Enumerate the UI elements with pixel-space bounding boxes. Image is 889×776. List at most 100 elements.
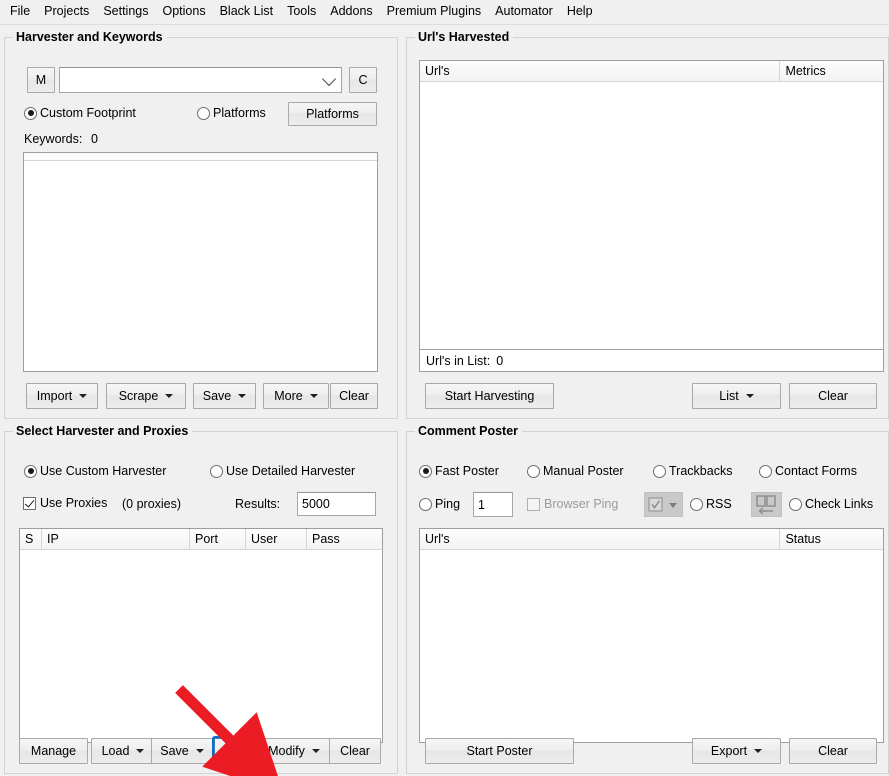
browser-ping-options-button[interactable] [644,492,683,517]
edit-button[interactable]: Edit [212,736,261,766]
column-header-port[interactable]: Port [190,529,246,549]
save-button[interactable]: Save [193,383,256,409]
column-header-urls[interactable]: Url's [420,529,781,549]
keywords-count: 0 [91,132,98,146]
copy-back-icon [755,495,776,515]
scrape-button[interactable]: Scrape [106,383,186,409]
checkbox-browser-ping[interactable]: Browser Ping [527,497,618,511]
radio-fast-poster-label: Fast Poster [435,464,499,478]
menu-item-premium-plugins[interactable]: Premium Plugins [380,2,488,22]
radio-manual-poster[interactable]: Manual Poster [527,464,624,478]
urls-harvested-table-body[interactable] [420,82,883,369]
scrape-button-label: Scrape [118,389,159,403]
proxies-table-header: S IP Port User Pass [20,529,382,550]
caret-down-icon [311,749,320,753]
proxy-save-button[interactable]: Save [151,738,213,764]
menu-item-projects[interactable]: Projects [37,2,96,22]
radio-dot-icon [210,464,223,478]
menu-item-options[interactable]: Options [155,2,212,22]
start-poster-button[interactable]: Start Poster [425,738,574,764]
manage-button[interactable]: Manage [19,738,88,764]
import-button[interactable]: Import [26,383,98,409]
keywords-listbox[interactable] [23,152,378,372]
radio-check-links[interactable]: Check Links [789,497,873,511]
radio-use-detailed-harvester[interactable]: Use Detailed Harvester [210,464,355,478]
ping-count-input[interactable]: 1 [473,492,513,517]
radio-dot-icon [653,464,666,478]
radio-trackbacks[interactable]: Trackbacks [653,464,732,478]
load-button-label: Load [101,744,130,758]
radio-contact-forms-label: Contact Forms [775,464,857,478]
column-header-user[interactable]: User [246,529,307,549]
checkbox-use-proxies-label: Use Proxies [40,496,108,510]
menu-item-black-list[interactable]: Black List [213,2,281,22]
caret-down-icon [165,394,174,398]
menu-item-automator[interactable]: Automator [488,2,560,22]
urls-harvested-table-header: Url's Metrics [420,61,883,82]
radio-rss[interactable]: RSS [690,497,732,511]
menu-item-addons[interactable]: Addons [323,2,379,22]
column-header-urls[interactable]: Url's [420,61,781,81]
poster-urls-table-body[interactable] [420,550,883,742]
more-button[interactable]: More [263,383,329,409]
radio-check-links-label: Check Links [805,497,874,511]
check-links-options-button[interactable] [751,492,782,517]
proxies-table[interactable]: S IP Port User Pass [19,528,383,743]
poster-urls-table-header: Url's Status [420,529,883,550]
menu-item-settings[interactable]: Settings [96,2,155,22]
keywords-listbox-body[interactable] [24,161,377,371]
keywords-listbox-header [24,153,377,161]
platforms-button[interactable]: Platforms [288,102,377,126]
checkbox-icon [23,496,36,510]
column-header-s[interactable]: S [20,529,42,549]
column-header-pass[interactable]: Pass [307,529,382,549]
import-button-label: Import [36,389,73,403]
menu-item-file[interactable]: File [3,2,37,22]
column-header-status[interactable]: Status [780,529,883,549]
export-button[interactable]: Export [692,738,781,764]
export-button-label: Export [710,744,748,758]
radio-fast-poster[interactable]: Fast Poster [419,464,499,478]
proxies-table-body[interactable] [20,550,382,742]
poster-clear-button[interactable]: Clear [789,738,877,764]
save-button-label: Save [202,389,232,403]
radio-platforms[interactable]: Platforms [197,106,266,120]
modify-button[interactable]: Modify [256,738,332,764]
radio-custom-footprint[interactable]: Custom Footprint [24,106,136,120]
radio-use-detailed-harvester-label: Use Detailed Harvester [226,464,356,478]
clear-button[interactable]: Clear [330,383,378,409]
caret-down-icon [309,394,318,398]
c-button[interactable]: C [349,67,377,93]
radio-dot-icon [197,106,210,120]
column-header-metrics[interactable]: Metrics [780,61,883,81]
proxy-clear-button[interactable]: Clear [329,738,381,764]
radio-ping[interactable]: Ping [419,497,460,511]
radio-use-custom-harvester[interactable]: Use Custom Harvester [24,464,166,478]
m-button[interactable]: M [27,67,55,93]
proxies-count-text: (0 proxies) [122,497,182,511]
harvest-clear-button[interactable]: Clear [789,383,877,409]
radio-contact-forms[interactable]: Contact Forms [759,464,857,478]
panel-urls-harvested: Url's Harvested Url's Metrics Url's in L… [406,30,889,419]
checkbox-use-proxies[interactable]: Use Proxies [23,496,107,510]
keywords-label: Keywords: [24,132,83,146]
urls-harvested-table[interactable]: Url's Metrics [419,60,884,370]
urls-in-list-status: Url's in List: 0 [419,349,884,372]
radio-dot-icon [759,464,772,478]
footprint-combobox[interactable] [59,67,342,93]
menu-item-tools[interactable]: Tools [280,2,323,22]
load-button[interactable]: Load [91,738,155,764]
list-button-label: List [719,389,739,403]
radio-dot-icon [24,464,37,478]
results-input[interactable]: 5000 [297,492,376,516]
start-harvesting-button[interactable]: Start Harvesting [425,383,554,409]
poster-urls-table[interactable]: Url's Status [419,528,884,743]
radio-trackbacks-label: Trackbacks [669,464,733,478]
radio-use-custom-harvester-label: Use Custom Harvester [40,464,167,478]
radio-dot-icon [789,497,802,511]
modify-button-label: Modify [268,744,305,758]
menu-item-help[interactable]: Help [560,2,600,22]
results-label: Results: [235,497,281,511]
list-button[interactable]: List [692,383,781,409]
column-header-ip[interactable]: IP [42,529,190,549]
